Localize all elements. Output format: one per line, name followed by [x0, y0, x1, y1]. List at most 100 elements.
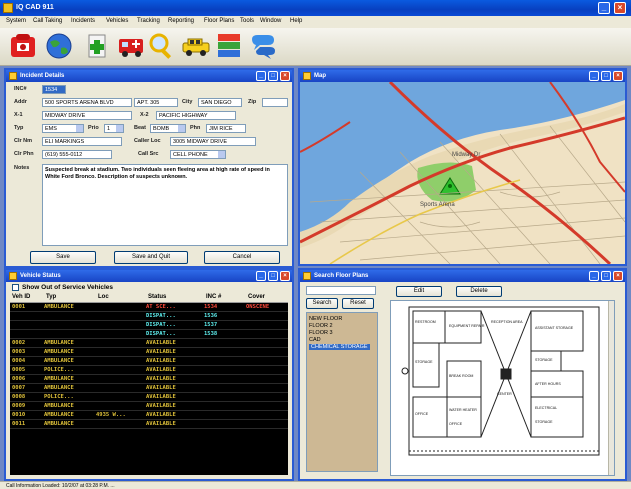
- minimize-button[interactable]: _: [598, 2, 610, 14]
- close-window-button[interactable]: ×: [280, 271, 290, 281]
- menu-call-taking[interactable]: Call Taking: [33, 18, 62, 24]
- menu-tracking[interactable]: Tracking: [137, 18, 160, 24]
- edit-floor-button[interactable]: Edit: [396, 286, 442, 297]
- cross-street-1-field[interactable]: MIDWAY DRIVE: [42, 111, 132, 120]
- floor-plan-list[interactable]: NEW FLOOR FLOOR 2 FLOOR 3 CAD CHEMICAL STORA…: [306, 312, 378, 472]
- menu-vehicles[interactable]: Vehicles: [106, 18, 128, 24]
- minimize-window-button[interactable]: _: [256, 71, 266, 81]
- phone-icon[interactable]: [8, 31, 38, 61]
- col-inc[interactable]: INC #: [206, 294, 221, 300]
- cross-street-2-field[interactable]: PACIFIC HIGHWAY: [156, 111, 236, 120]
- type-select[interactable]: EMS: [42, 124, 84, 133]
- status-text: Call Information Loaded: 10/2/07 at 03:2…: [6, 483, 115, 489]
- table-row[interactable]: 0001 AMBULANCE AT SCE... 1534 ONSCENE: [10, 303, 288, 312]
- table-row[interactable]: 0007 AMBULANCE AVAILABLE: [10, 384, 288, 393]
- minimize-window-button[interactable]: _: [589, 271, 599, 281]
- incident-marker[interactable]: [448, 184, 452, 188]
- close-button[interactable]: ×: [614, 2, 626, 14]
- caller-phone-field[interactable]: (619) 555-0112: [42, 150, 112, 159]
- maximize-window-button[interactable]: □: [601, 271, 611, 281]
- map-canvas[interactable]: Midway Dr Sports Arena: [300, 82, 625, 264]
- col-loc[interactable]: Loc: [98, 294, 109, 300]
- vehicle-icon[interactable]: [181, 31, 211, 61]
- room-label: WATER HEATER: [449, 408, 477, 412]
- floor-list-item[interactable]: NEW FLOOR: [309, 316, 342, 322]
- status-board-icon[interactable]: [214, 31, 244, 61]
- table-row[interactable]: 0005 POLICE... AVAILABLE: [10, 366, 288, 375]
- ambulance-icon[interactable]: [116, 31, 146, 61]
- add-incident-icon[interactable]: [82, 31, 112, 61]
- menu-floor-plans[interactable]: Floor Plans: [204, 18, 234, 24]
- table-row[interactable]: 0003 AMBULANCE AVAILABLE: [10, 348, 288, 357]
- show-oos-label: Show Out of Service Vehicles: [22, 284, 114, 291]
- cancel-button[interactable]: Cancel: [204, 251, 280, 264]
- floor-list-item[interactable]: FLOOR 2: [309, 323, 333, 329]
- apartment-field[interactable]: APT. 305: [134, 98, 178, 107]
- floor-list-item[interactable]: CAD: [309, 337, 321, 343]
- floor-reset-button[interactable]: Reset: [342, 298, 374, 309]
- notes-textarea[interactable]: Suspected break at stadium. Two individu…: [42, 164, 288, 246]
- floor-search-button[interactable]: Search: [306, 298, 338, 309]
- caller-name-field[interactable]: ELI MARKINGS: [42, 137, 122, 146]
- zip-field[interactable]: [262, 98, 288, 107]
- maximize-window-button[interactable]: □: [601, 71, 611, 81]
- delete-floor-button[interactable]: Delete: [456, 286, 502, 297]
- table-row[interactable]: 0006 AMBULANCE AVAILABLE: [10, 375, 288, 384]
- col-veh-id[interactable]: Veh ID: [12, 294, 30, 300]
- vehicle-grid[interactable]: 0001 AMBULANCE AT SCE... 1534 ONSCENE DISPAT.…: [10, 303, 288, 475]
- floor-list-item[interactable]: CHEMICAL STORAGE: [309, 344, 370, 350]
- type-label: Typ: [14, 125, 24, 131]
- menu-reporting[interactable]: Reporting: [168, 18, 194, 24]
- table-row[interactable]: 0002 AMBULANCE AVAILABLE: [10, 339, 288, 348]
- beat-select[interactable]: BOMB: [150, 124, 186, 133]
- table-row[interactable]: DISPAT... 1536: [10, 312, 288, 321]
- table-row[interactable]: 0009 AMBULANCE AVAILABLE: [10, 402, 288, 411]
- caller-loc-field[interactable]: 3005 MIDWAY DRIVE: [170, 137, 256, 146]
- table-row[interactable]: DISPAT... 1538: [10, 330, 288, 339]
- menu-incidents[interactable]: Incidents: [71, 18, 95, 24]
- table-row[interactable]: 0008 POLICE... AVAILABLE: [10, 393, 288, 402]
- floor-search-input[interactable]: [306, 286, 376, 295]
- menu-system[interactable]: System: [6, 18, 26, 24]
- save-button[interactable]: Save: [30, 251, 96, 264]
- cell-status: AVAILABLE: [146, 412, 176, 418]
- cell-id: 0008: [12, 394, 26, 400]
- call-source-select[interactable]: CELL PHONE: [170, 150, 226, 159]
- col-type[interactable]: Typ: [46, 294, 56, 300]
- menu-tools[interactable]: Tools: [240, 18, 254, 24]
- close-window-button[interactable]: ×: [613, 271, 623, 281]
- table-row[interactable]: 0010 AMBULANCE 4935 W... AVAILABLE: [10, 411, 288, 420]
- col-cover[interactable]: Cover: [248, 294, 265, 300]
- menu-window[interactable]: Window: [260, 18, 281, 24]
- address-field[interactable]: 500 SPORTS ARENA BLVD: [42, 98, 132, 107]
- inc-number-field[interactable]: 1534: [42, 85, 66, 94]
- table-row[interactable]: 0011 AMBULANCE AVAILABLE: [10, 420, 288, 429]
- vehicle-grid-header: Veh ID Typ Loc Status INC # Cover: [10, 293, 288, 303]
- vertical-scrollbar[interactable]: [608, 301, 614, 475]
- table-row[interactable]: DISPAT... 1537: [10, 321, 288, 330]
- floor-list-item[interactable]: FLOOR 3: [309, 330, 333, 336]
- maximize-window-button[interactable]: □: [268, 271, 278, 281]
- phone-field[interactable]: JIM RICE: [206, 124, 246, 133]
- maximize-window-button[interactable]: □: [268, 71, 278, 81]
- col-status[interactable]: Status: [148, 294, 166, 300]
- chat-icon[interactable]: [248, 31, 278, 61]
- menu-help[interactable]: Help: [290, 18, 302, 24]
- table-row[interactable]: 0004 AMBULANCE AVAILABLE: [10, 357, 288, 366]
- priority-select[interactable]: 1: [104, 124, 124, 133]
- floor-plan-viewer[interactable]: RESTROOM EQUIPMENT REPAIR RECEPTION AREA…: [390, 300, 615, 476]
- minimize-window-button[interactable]: _: [589, 71, 599, 81]
- incident-details-title-bar: Incident Details _ □ ×: [6, 70, 292, 82]
- search-icon[interactable]: [147, 31, 177, 61]
- globe-icon[interactable]: [44, 31, 74, 61]
- minimize-window-button[interactable]: _: [256, 271, 266, 281]
- show-oos-checkbox[interactable]: [12, 284, 19, 291]
- city-field[interactable]: SAN DIEGO: [198, 98, 242, 107]
- close-window-button[interactable]: ×: [613, 71, 623, 81]
- x1-label: X-1: [14, 112, 23, 118]
- cell-status: AT SCE...: [146, 304, 176, 310]
- room-label: ASSISTANT STORAGE: [535, 326, 574, 330]
- close-window-button[interactable]: ×: [280, 71, 290, 81]
- save-quit-button[interactable]: Save and Quit: [114, 251, 188, 264]
- room-label: BREAK ROOM: [449, 374, 473, 378]
